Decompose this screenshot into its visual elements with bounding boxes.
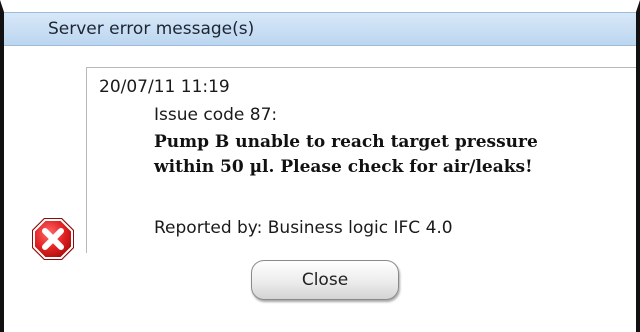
dialog-title: Server error message(s) — [48, 19, 255, 39]
reported-by: Reported by: Business logic IFC 4.0 — [154, 218, 453, 238]
title-bar: Server error message(s) — [4, 12, 636, 46]
error-dialog: Server error message(s) 20/07/11 11:19 I… — [0, 0, 640, 332]
issue-message: Pump B unable to reach target pressure w… — [154, 132, 538, 177]
close-button[interactable]: Close — [251, 260, 399, 300]
message-timestamp: 20/07/11 11:19 — [99, 77, 230, 97]
error-icon — [30, 216, 76, 262]
message-box: 20/07/11 11:19 Issue code 87: Pump B una… — [86, 67, 636, 253]
issue-code: Issue code 87: — [154, 105, 278, 125]
